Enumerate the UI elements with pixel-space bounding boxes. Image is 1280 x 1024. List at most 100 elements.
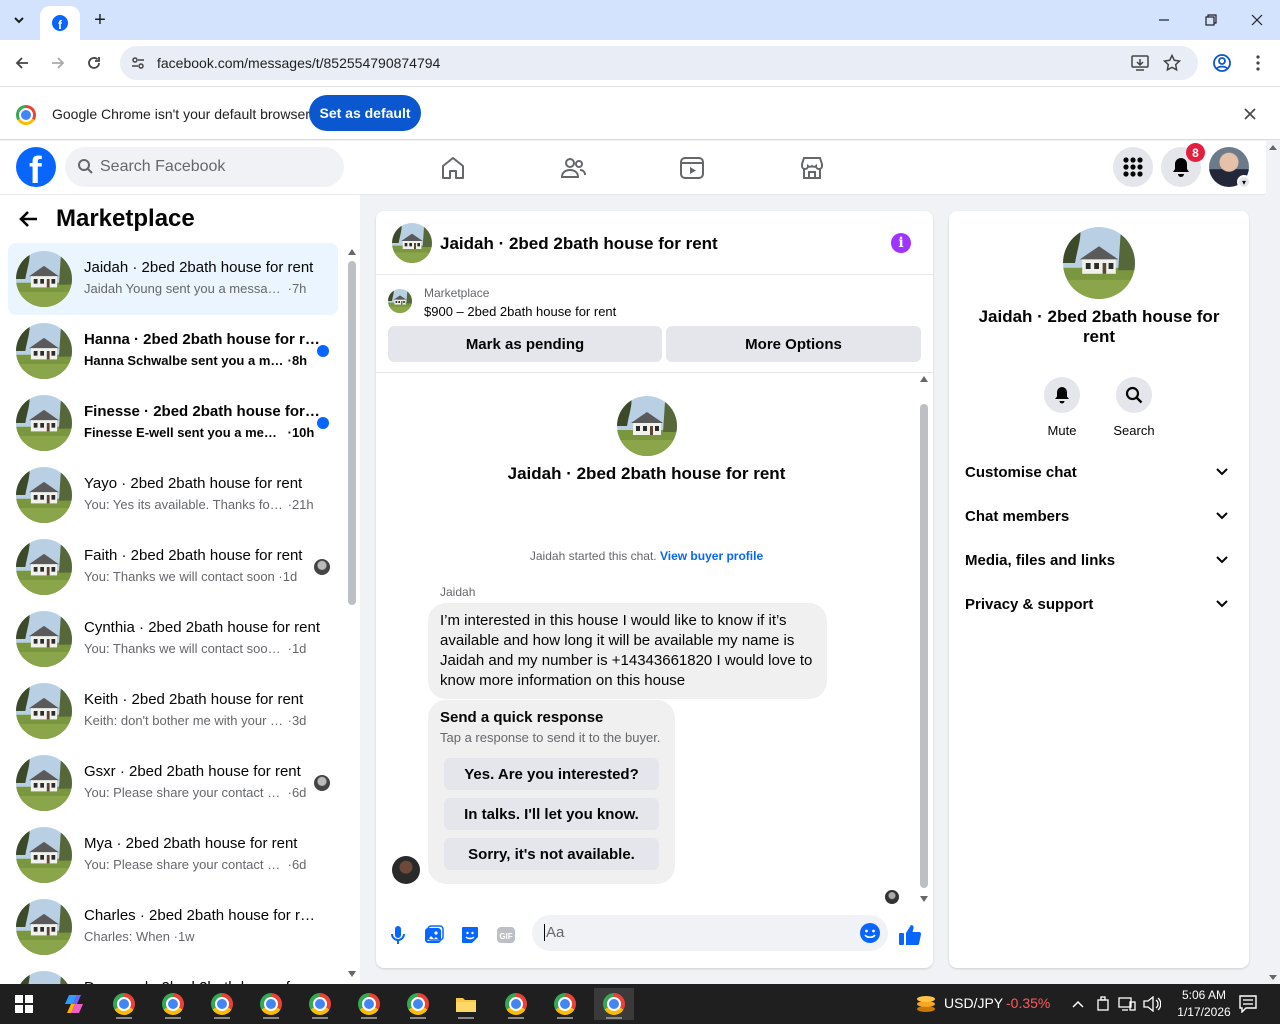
chat-scrollbar[interactable] — [918, 374, 930, 904]
quick-reply-button[interactable]: Yes. Are you interested? — [444, 758, 659, 790]
emoji-icon[interactable] — [859, 922, 881, 944]
install-app-icon[interactable] — [1129, 53, 1151, 73]
sticker-button[interactable] — [458, 923, 482, 947]
voice-clip-button[interactable] — [386, 923, 410, 947]
copilot-button[interactable] — [54, 988, 94, 1020]
sender-avatar[interactable] — [392, 856, 420, 884]
privacy-support-section[interactable]: Privacy & support — [957, 583, 1241, 627]
media-files-links-section[interactable]: Media, files and links — [957, 539, 1241, 583]
volume-icon[interactable] — [1140, 988, 1164, 1020]
conversation-item[interactable]: Faith · 2bed 2bath house for rent You: Th… — [8, 531, 338, 603]
conversation-item[interactable]: Desmond · 2bed 2bath house for rent · — [8, 963, 338, 984]
conversation-list-scrollbar[interactable] — [346, 247, 358, 979]
network-icon[interactable] — [1115, 988, 1139, 1020]
message-input[interactable]: Aa — [532, 915, 888, 951]
chat-title[interactable]: Jaidah · 2bed 2bath house for rent — [440, 234, 718, 254]
scrollbar-thumb[interactable] — [348, 261, 356, 605]
chat-members-section[interactable]: Chat members — [957, 495, 1241, 539]
chrome-taskbar-button[interactable] — [300, 988, 340, 1020]
tab-search-button[interactable] — [6, 7, 32, 33]
chrome-taskbar-button[interactable] — [202, 988, 242, 1020]
customise-chat-section[interactable]: Customise chat — [957, 451, 1241, 495]
minimize-button[interactable] — [1141, 0, 1187, 40]
listing-thumbnail[interactable] — [388, 289, 412, 313]
show-hidden-icons-button[interactable] — [1066, 988, 1090, 1020]
chrome-taskbar-button[interactable] — [398, 988, 438, 1020]
chrome-taskbar-button[interactable] — [496, 988, 536, 1020]
address-bar[interactable]: facebook.com/messages/t/852554790874794 — [120, 46, 1198, 80]
listing-price[interactable]: $900 – 2bed 2bath house for rent — [424, 304, 616, 319]
send-like-button[interactable] — [898, 923, 922, 947]
conversation-item[interactable]: Jaidah · 2bed 2bath house for rent Jaidah… — [8, 243, 338, 315]
back-arrow-icon[interactable] — [18, 210, 38, 228]
page-scrollbar[interactable] — [1266, 141, 1280, 984]
new-tab-button[interactable]: + — [88, 8, 112, 32]
stocks-widget-icon[interactable] — [906, 988, 946, 1020]
chrome-taskbar-button[interactable] — [251, 988, 291, 1020]
quick-reply-button[interactable]: In talks. I'll let you know. — [444, 798, 659, 830]
mark-as-pending-button[interactable]: Mark as pending — [388, 326, 662, 362]
conversation-item[interactable]: Yayo · 2bed 2bath house for rent You: Yes… — [8, 459, 338, 531]
conversation-item[interactable]: Cynthia · 2bed 2bath house for rent You: … — [8, 603, 338, 675]
profile-button[interactable] — [1209, 50, 1235, 76]
chat-header-thumbnail[interactable] — [392, 223, 432, 263]
view-buyer-profile-link[interactable]: View buyer profile — [660, 549, 763, 563]
clock-time[interactable]: 5:06 AM — [1166, 988, 1242, 1002]
nav-marketplace[interactable] — [797, 153, 827, 183]
facebook-logo[interactable]: f — [16, 147, 56, 191]
site-info-icon[interactable] — [128, 53, 148, 73]
gif-button[interactable]: GIF — [494, 923, 518, 947]
reload-button[interactable] — [81, 50, 107, 76]
conversation-item[interactable]: Finesse · 2bed 2bath house for rent Fines… — [8, 387, 338, 459]
chrome-menu-button[interactable] — [1245, 50, 1271, 76]
start-button[interactable] — [4, 988, 44, 1020]
notification-center-button[interactable] — [1236, 988, 1260, 1020]
conversation-item[interactable]: Charles · 2bed 2bath house for rent Charl… — [8, 891, 338, 963]
nav-friends[interactable] — [558, 153, 588, 183]
scroll-down-icon[interactable] — [348, 971, 356, 977]
nav-home[interactable] — [438, 153, 468, 183]
info-icon[interactable]: i — [891, 233, 911, 253]
url-text[interactable]: facebook.com/messages/t/852554790874794 — [157, 55, 440, 71]
conversation-item[interactable]: Mya · 2bed 2bath house for rent You: Plea… — [8, 819, 338, 891]
menu-button[interactable] — [1113, 147, 1153, 187]
conversation-item[interactable]: Gsxr · 2bed 2bath house for rent You: Ple… — [8, 747, 338, 819]
chrome-taskbar-button[interactable] — [545, 988, 585, 1020]
scroll-down-icon[interactable] — [920, 896, 928, 902]
close-window-button[interactable] — [1234, 0, 1280, 40]
quick-reply-button[interactable]: Sorry, it's not available. — [444, 838, 659, 870]
back-button[interactable] — [9, 50, 35, 76]
microphone-icon — [391, 926, 405, 944]
ticker-symbol[interactable]: USD/JPY — [944, 995, 1003, 1011]
chrome-taskbar-button[interactable] — [153, 988, 193, 1020]
preview-separator: · — [284, 281, 292, 296]
mute-action[interactable]: Mute — [1032, 377, 1092, 438]
nav-video[interactable] — [677, 153, 707, 183]
preview-time: 1w — [177, 929, 195, 944]
search-action[interactable]: Search — [1104, 377, 1164, 438]
scrollbar-thumb[interactable] — [920, 404, 928, 888]
message-bubble: I’m interested in this house I would lik… — [428, 603, 827, 699]
chrome-taskbar-button[interactable] — [594, 988, 634, 1020]
set-default-button[interactable]: Set as default — [309, 95, 421, 131]
facebook-search[interactable]: Search Facebook — [65, 147, 344, 187]
conversation-item[interactable]: Hanna · 2bed 2bath house for rent Hanna S… — [8, 315, 338, 387]
conversation-item[interactable]: Keith · 2bed 2bath house for rent Keith: … — [8, 675, 338, 747]
forward-button[interactable] — [45, 50, 71, 76]
account-avatar[interactable]: ▾ — [1209, 147, 1251, 189]
bookmark-star-icon[interactable] — [1161, 53, 1183, 73]
notifications-button[interactable]: 8 — [1161, 143, 1205, 187]
photo-icon — [425, 925, 444, 943]
scroll-up-icon[interactable] — [920, 376, 928, 382]
chrome-taskbar-button[interactable] — [349, 988, 389, 1020]
device-icon[interactable] — [1092, 988, 1114, 1020]
restore-button[interactable] — [1188, 0, 1234, 40]
chrome-taskbar-button[interactable] — [104, 988, 144, 1020]
scroll-up-icon[interactable] — [348, 249, 356, 255]
clock-date[interactable]: 1/17/2026 — [1166, 1005, 1242, 1019]
more-options-button[interactable]: More Options — [666, 326, 921, 362]
tab-facebook[interactable]: f — [40, 6, 80, 40]
infobar-close-button[interactable] — [1244, 104, 1256, 125]
file-explorer-button[interactable] — [446, 988, 486, 1020]
attach-photo-button[interactable] — [422, 923, 446, 947]
